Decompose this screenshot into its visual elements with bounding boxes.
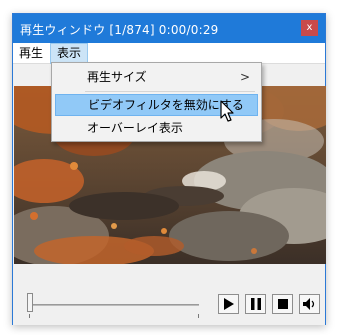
player-window: 再生ウィンドウ [1/874] 0:00/0:29 x 再生 表示 (12, 13, 326, 325)
slider-tick (29, 314, 30, 318)
stop-icon (277, 299, 288, 309)
title-bar[interactable]: 再生ウィンドウ [1/874] 0:00/0:29 x (13, 14, 325, 43)
control-panel (13, 264, 325, 325)
pause-icon (250, 298, 261, 310)
volume-button[interactable] (299, 294, 320, 314)
submenu-arrow-icon: > (239, 70, 250, 84)
menu-item-label: オーバーレイ表示 (87, 121, 183, 135)
play-icon (223, 298, 234, 310)
menu-view[interactable]: 表示 (50, 43, 89, 64)
window-title: 再生ウィンドウ [1/874] 0:00/0:29 (20, 23, 219, 37)
pause-button[interactable] (245, 294, 266, 314)
stop-button[interactable] (272, 294, 293, 314)
play-button[interactable] (218, 294, 239, 314)
seek-slider-thumb[interactable] (27, 293, 33, 312)
menu-separator (85, 91, 255, 92)
speaker-icon (303, 298, 315, 310)
mouse-cursor-icon (220, 100, 234, 122)
seek-slider-track[interactable] (27, 304, 199, 306)
close-button[interactable]: x (301, 20, 318, 36)
menu-item-playback-size[interactable]: 再生サイズ > (55, 66, 258, 88)
menu-play[interactable]: 再生 (13, 43, 49, 64)
menu-item-label: 再生サイズ (87, 70, 147, 84)
slider-tick (198, 314, 199, 318)
menu-bar: 再生 表示 (13, 43, 325, 64)
